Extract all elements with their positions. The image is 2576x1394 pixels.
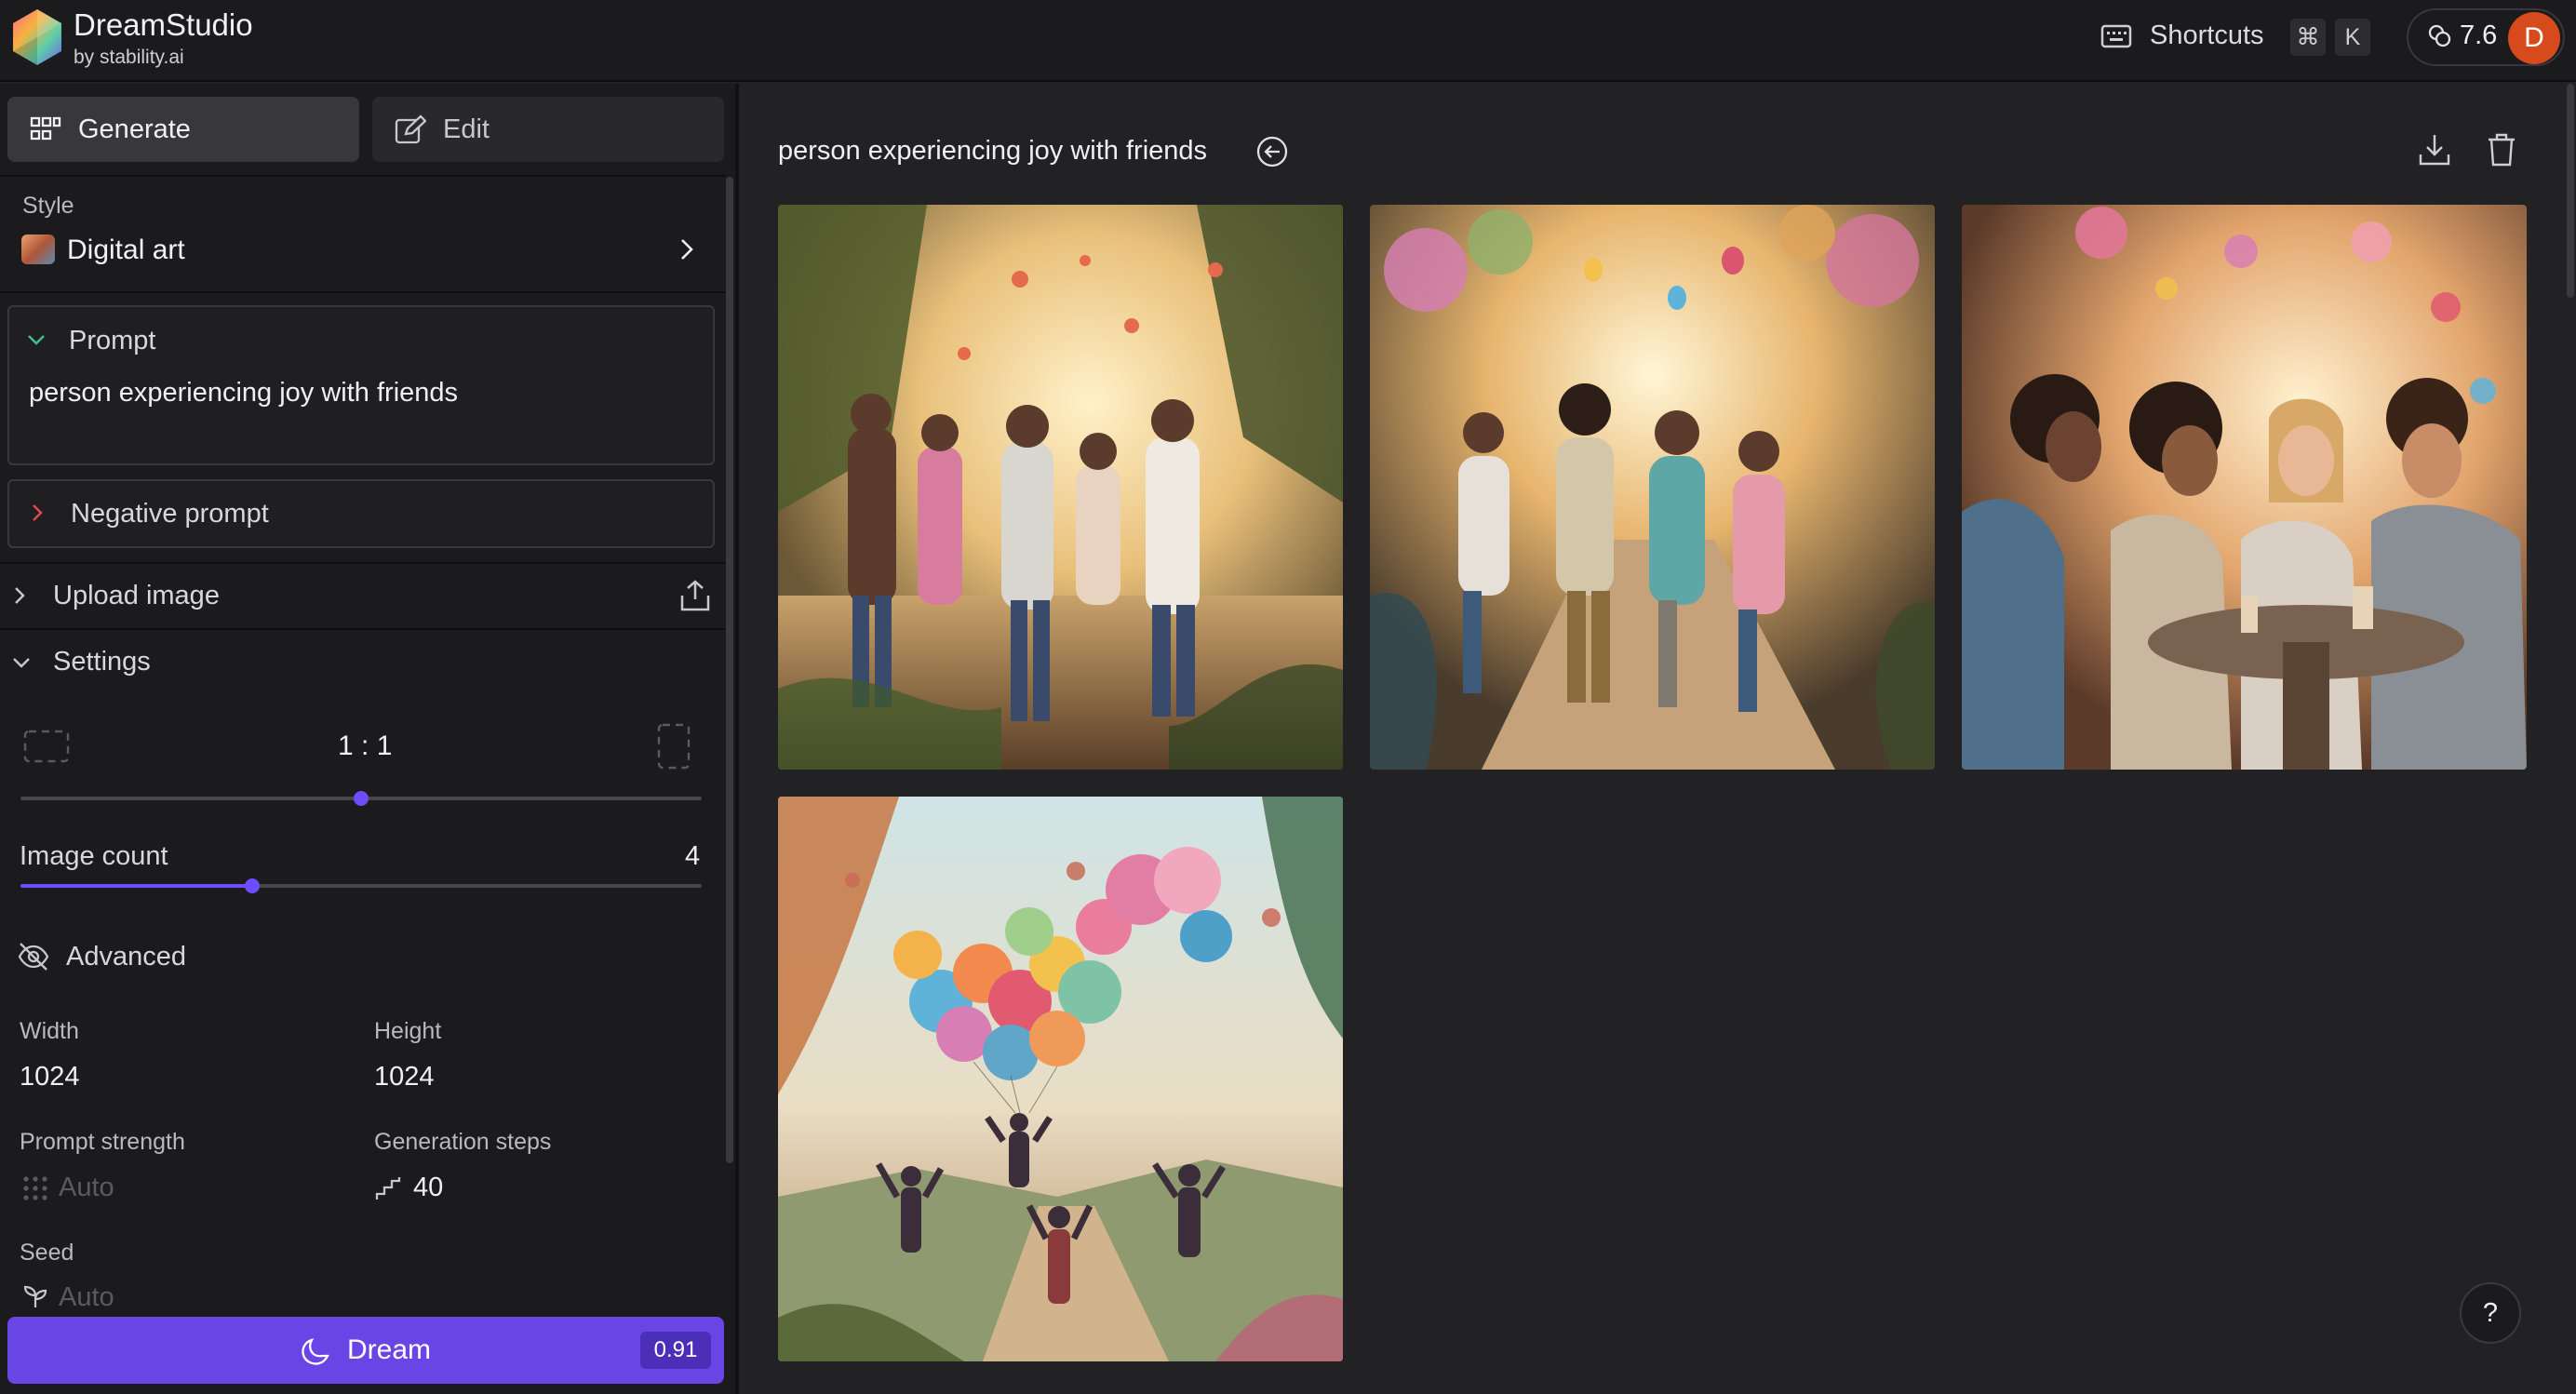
image-count-label: Image count (20, 841, 168, 871)
image-count-slider-fill (20, 884, 252, 888)
generation-steps-input[interactable]: 40 (413, 1173, 443, 1203)
chevron-right-icon[interactable] (29, 502, 46, 524)
results-prompt-title: person experiencing joy with friends (778, 136, 1208, 166)
credits-coin-icon (2427, 23, 2453, 49)
prompt-strength-label: Prompt strength (20, 1129, 185, 1155)
seed-icon (22, 1284, 48, 1307)
settings-toggle[interactable]: Settings (53, 647, 151, 677)
balloons-jumping-illustration (778, 797, 1343, 1361)
image-count-slider-thumb[interactable] (244, 878, 260, 893)
app-title: DreamStudio (74, 7, 253, 42)
seed-input[interactable]: Auto (59, 1282, 114, 1307)
eye-off-icon[interactable] (17, 942, 50, 972)
chevron-right-icon[interactable] (11, 584, 28, 607)
upload-icon[interactable] (679, 579, 711, 612)
friends-laughing-illustration (1962, 205, 2527, 770)
dots-grid-icon (22, 1175, 48, 1201)
portrait-ratio-icon[interactable] (655, 722, 692, 771)
seed-row-clip: Auto (0, 1275, 726, 1307)
result-image-1[interactable] (778, 205, 1343, 770)
aspect-ratio-value: 1 : 1 (338, 731, 393, 761)
app-byline: by stability.ai (74, 47, 184, 68)
divider (0, 175, 726, 177)
shortcut-key-command: ⌘ (2290, 19, 2326, 56)
dream-cost-badge: 0.91 (640, 1332, 711, 1369)
divider (0, 562, 726, 564)
image-count-value: 4 (685, 841, 701, 871)
tab-generate[interactable]: Generate (7, 97, 359, 162)
grid-icon (30, 115, 61, 143)
chevron-right-icon[interactable] (676, 236, 698, 262)
style-thumbnail (21, 235, 55, 264)
prompt-input[interactable]: person experiencing joy with friends (29, 378, 458, 409)
settings-scrollbar[interactable] (726, 177, 733, 1163)
negative-prompt-title[interactable]: Negative prompt (71, 499, 269, 529)
tab-edit[interactable]: Edit (372, 97, 724, 162)
shortcut-key-k: K (2335, 19, 2370, 56)
chevron-down-icon[interactable] (11, 654, 32, 671)
advanced-toggle[interactable]: Advanced (66, 942, 186, 972)
moon-icon (300, 1335, 331, 1367)
chevron-down-icon[interactable] (26, 331, 47, 348)
landscape-ratio-icon[interactable] (22, 728, 71, 765)
divider (0, 628, 726, 630)
height-input[interactable]: 1024 (374, 1062, 435, 1092)
dream-button-label: Dream (347, 1334, 432, 1365)
aspect-ratio-slider-thumb[interactable] (354, 791, 369, 806)
height-label: Height (374, 1018, 442, 1044)
divider (0, 291, 726, 293)
edit-icon (395, 114, 426, 144)
reuse-prompt-icon[interactable] (1255, 135, 1289, 168)
prompt-strength-input[interactable]: Auto (59, 1173, 114, 1203)
friends-running-illustration (1370, 205, 1935, 770)
results-scrollbar[interactable] (2567, 84, 2574, 298)
result-image-2[interactable] (1370, 205, 1935, 770)
tab-edit-label: Edit (443, 114, 490, 144)
style-selector[interactable]: Digital art (67, 235, 185, 266)
generation-steps-label: Generation steps (374, 1129, 552, 1155)
user-avatar[interactable]: D (2508, 12, 2560, 64)
download-icon[interactable] (2418, 132, 2451, 168)
width-input[interactable]: 1024 (20, 1062, 80, 1092)
seed-label: Seed (20, 1240, 74, 1266)
trash-icon[interactable] (2486, 132, 2517, 168)
shortcuts-button[interactable]: Shortcuts (2150, 20, 2264, 51)
friends-walking-illustration (778, 205, 1343, 770)
result-image-3[interactable] (1962, 205, 2527, 770)
steps-icon (374, 1174, 402, 1202)
style-label: Style (22, 193, 74, 219)
width-label: Width (20, 1018, 79, 1044)
help-button[interactable]: ? (2460, 1282, 2521, 1344)
upload-image-toggle[interactable]: Upload image (53, 581, 220, 611)
tab-generate-label: Generate (78, 114, 191, 144)
prompt-title[interactable]: Prompt (69, 326, 155, 356)
result-image-4[interactable] (778, 797, 1343, 1361)
keyboard-icon[interactable] (2100, 23, 2132, 49)
dreamstudio-logo-icon[interactable] (9, 7, 65, 67)
credits-balance: 7.6 (2460, 20, 2498, 50)
